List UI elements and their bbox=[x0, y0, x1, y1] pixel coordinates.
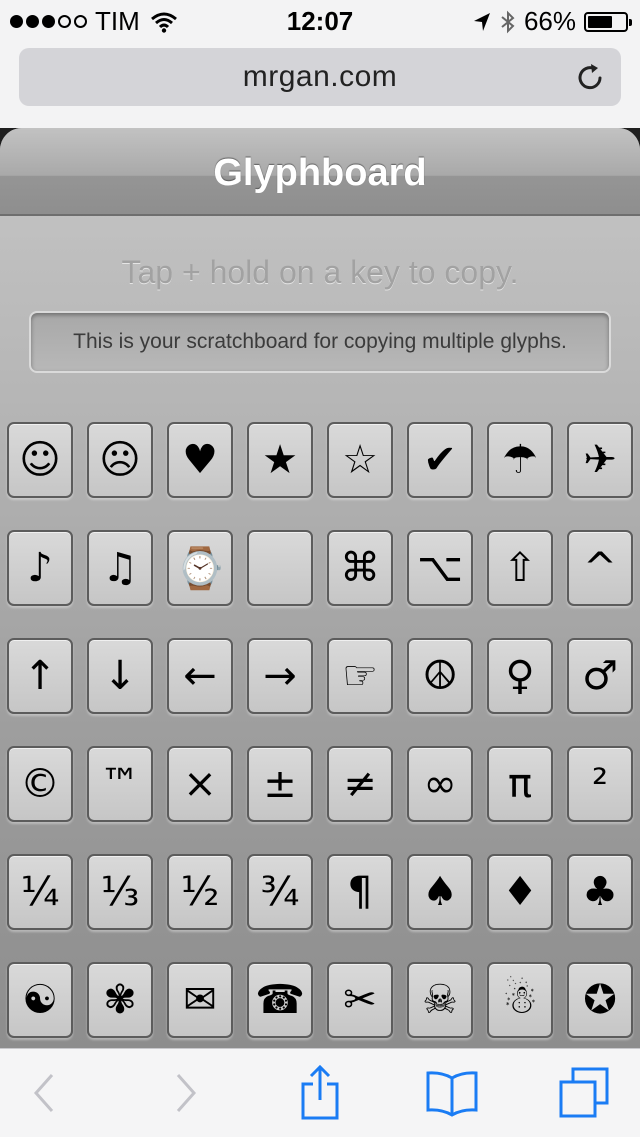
glyph-key-yin-yang[interactable]: ☯ bbox=[7, 962, 73, 1038]
glyph-key-right-arrow[interactable]: → bbox=[247, 638, 313, 714]
glyph-key-up-arrow[interactable]: ↑ bbox=[7, 638, 73, 714]
battery-percent: 66% bbox=[523, 6, 576, 36]
glyph-key-eighth-note[interactable]: ♪ bbox=[7, 530, 73, 606]
back-icon bbox=[33, 1074, 54, 1112]
glyph-key-pi[interactable]: π bbox=[487, 746, 553, 822]
glyph-key-skull[interactable]: ☠ bbox=[407, 962, 473, 1038]
glyph-key-airplane[interactable]: ✈ bbox=[567, 422, 633, 498]
tabs-button[interactable] bbox=[548, 1049, 620, 1137]
glyph-key-circled-star[interactable]: ✪ bbox=[567, 962, 633, 1038]
status-bar: TIM 12:07 66% bbox=[0, 0, 640, 40]
glyph-key-spade[interactable]: ♠ bbox=[407, 854, 473, 930]
address-bar[interactable]: mrgan.com bbox=[19, 48, 621, 106]
glyph-key-infinity[interactable]: ∞ bbox=[407, 746, 473, 822]
glyph-key-frown[interactable]: ☹ bbox=[87, 422, 153, 498]
glyph-key-snowman[interactable]: ☃ bbox=[487, 962, 553, 1038]
scratchboard-field[interactable]: This is your scratchboard for copying mu… bbox=[29, 311, 611, 373]
app-title: Glyphboard bbox=[213, 152, 427, 194]
glyph-key-plus-minus[interactable]: ± bbox=[247, 746, 313, 822]
glyph-key-black-star[interactable]: ★ bbox=[247, 422, 313, 498]
glyph-key-one-quarter[interactable]: ¼ bbox=[7, 854, 73, 930]
bookmarks-icon bbox=[426, 1071, 478, 1117]
share-button[interactable] bbox=[286, 1049, 354, 1137]
glyph-key-female[interactable]: ♀ bbox=[487, 638, 553, 714]
glyph-key-smile[interactable]: ☺ bbox=[7, 422, 73, 498]
browser-toolbar bbox=[0, 1048, 640, 1137]
glyph-key-multiply[interactable]: × bbox=[167, 746, 233, 822]
address-bar-area: mrgan.com bbox=[0, 40, 640, 128]
glyph-key-superscript-two[interactable]: ² bbox=[567, 746, 633, 822]
glyph-key-beamed-notes[interactable]: ♫ bbox=[87, 530, 153, 606]
glyphboard-app: Glyphboard Tap + hold on a key to copy. … bbox=[0, 128, 640, 1048]
glyph-key-peace[interactable]: ☮ bbox=[407, 638, 473, 714]
glyph-key-shift[interactable]: ⇧ bbox=[487, 530, 553, 606]
back-button[interactable] bbox=[10, 1049, 78, 1137]
glyph-key-male[interactable]: ♂ bbox=[567, 638, 633, 714]
forward-button[interactable] bbox=[152, 1049, 220, 1137]
tabs-icon bbox=[559, 1067, 609, 1118]
glyph-key-one-half[interactable]: ½ bbox=[167, 854, 233, 930]
bookmarks-button[interactable] bbox=[418, 1049, 486, 1137]
battery-icon bbox=[584, 11, 632, 32]
glyph-key-club[interactable]: ♣ bbox=[567, 854, 633, 930]
glyph-key-not-equal[interactable]: ≠ bbox=[327, 746, 393, 822]
glyph-key-heart[interactable]: ♥ bbox=[167, 422, 233, 498]
url-text[interactable]: mrgan.com bbox=[19, 60, 621, 94]
glyph-key-three-quarters[interactable]: ¾ bbox=[247, 854, 313, 930]
glyph-key-flower[interactable]: ✾ bbox=[87, 962, 153, 1038]
glyph-key-down-arrow[interactable]: ↓ bbox=[87, 638, 153, 714]
battery-level bbox=[588, 15, 612, 28]
reload-icon[interactable] bbox=[575, 61, 607, 93]
glyph-key-telephone[interactable]: ☎ bbox=[247, 962, 313, 1038]
glyph-key-trademark[interactable]: ™ bbox=[87, 746, 153, 822]
glyph-key-command[interactable]: ⌘ bbox=[327, 530, 393, 606]
forward-icon bbox=[176, 1074, 197, 1112]
glyph-key-umbrella[interactable]: ☂ bbox=[487, 422, 553, 498]
glyph-key-copyright[interactable]: © bbox=[7, 746, 73, 822]
glyph-key-apple[interactable] bbox=[247, 530, 313, 606]
glyph-key-option[interactable]: ⌥ bbox=[407, 530, 473, 606]
glyph-key-white-star[interactable]: ☆ bbox=[327, 422, 393, 498]
web-content: Glyphboard Tap + hold on a key to copy. … bbox=[0, 128, 640, 1048]
location-arrow-icon bbox=[473, 12, 490, 31]
glyph-key-watch[interactable]: ⌚ bbox=[167, 530, 233, 606]
glyph-key-check[interactable]: ✔ bbox=[407, 422, 473, 498]
glyph-key-scissors[interactable]: ✂ bbox=[327, 962, 393, 1038]
glyph-key-diamond[interactable]: ♦ bbox=[487, 854, 553, 930]
bluetooth-icon bbox=[501, 10, 515, 33]
share-icon bbox=[301, 1064, 339, 1120]
glyph-key-caret[interactable]: ^ bbox=[567, 530, 633, 606]
instruction-text: Tap + hold on a key to copy. bbox=[121, 254, 519, 290]
glyph-key-pilcrow[interactable]: ¶ bbox=[327, 854, 393, 930]
glyph-key-left-arrow[interactable]: ← bbox=[167, 638, 233, 714]
glyph-key-pointing-hand[interactable]: ☞ bbox=[327, 638, 393, 714]
glyph-key-one-third[interactable]: ⅓ bbox=[87, 854, 153, 930]
app-header: Glyphboard bbox=[0, 128, 640, 216]
glyph-key-envelope[interactable]: ✉ bbox=[167, 962, 233, 1038]
